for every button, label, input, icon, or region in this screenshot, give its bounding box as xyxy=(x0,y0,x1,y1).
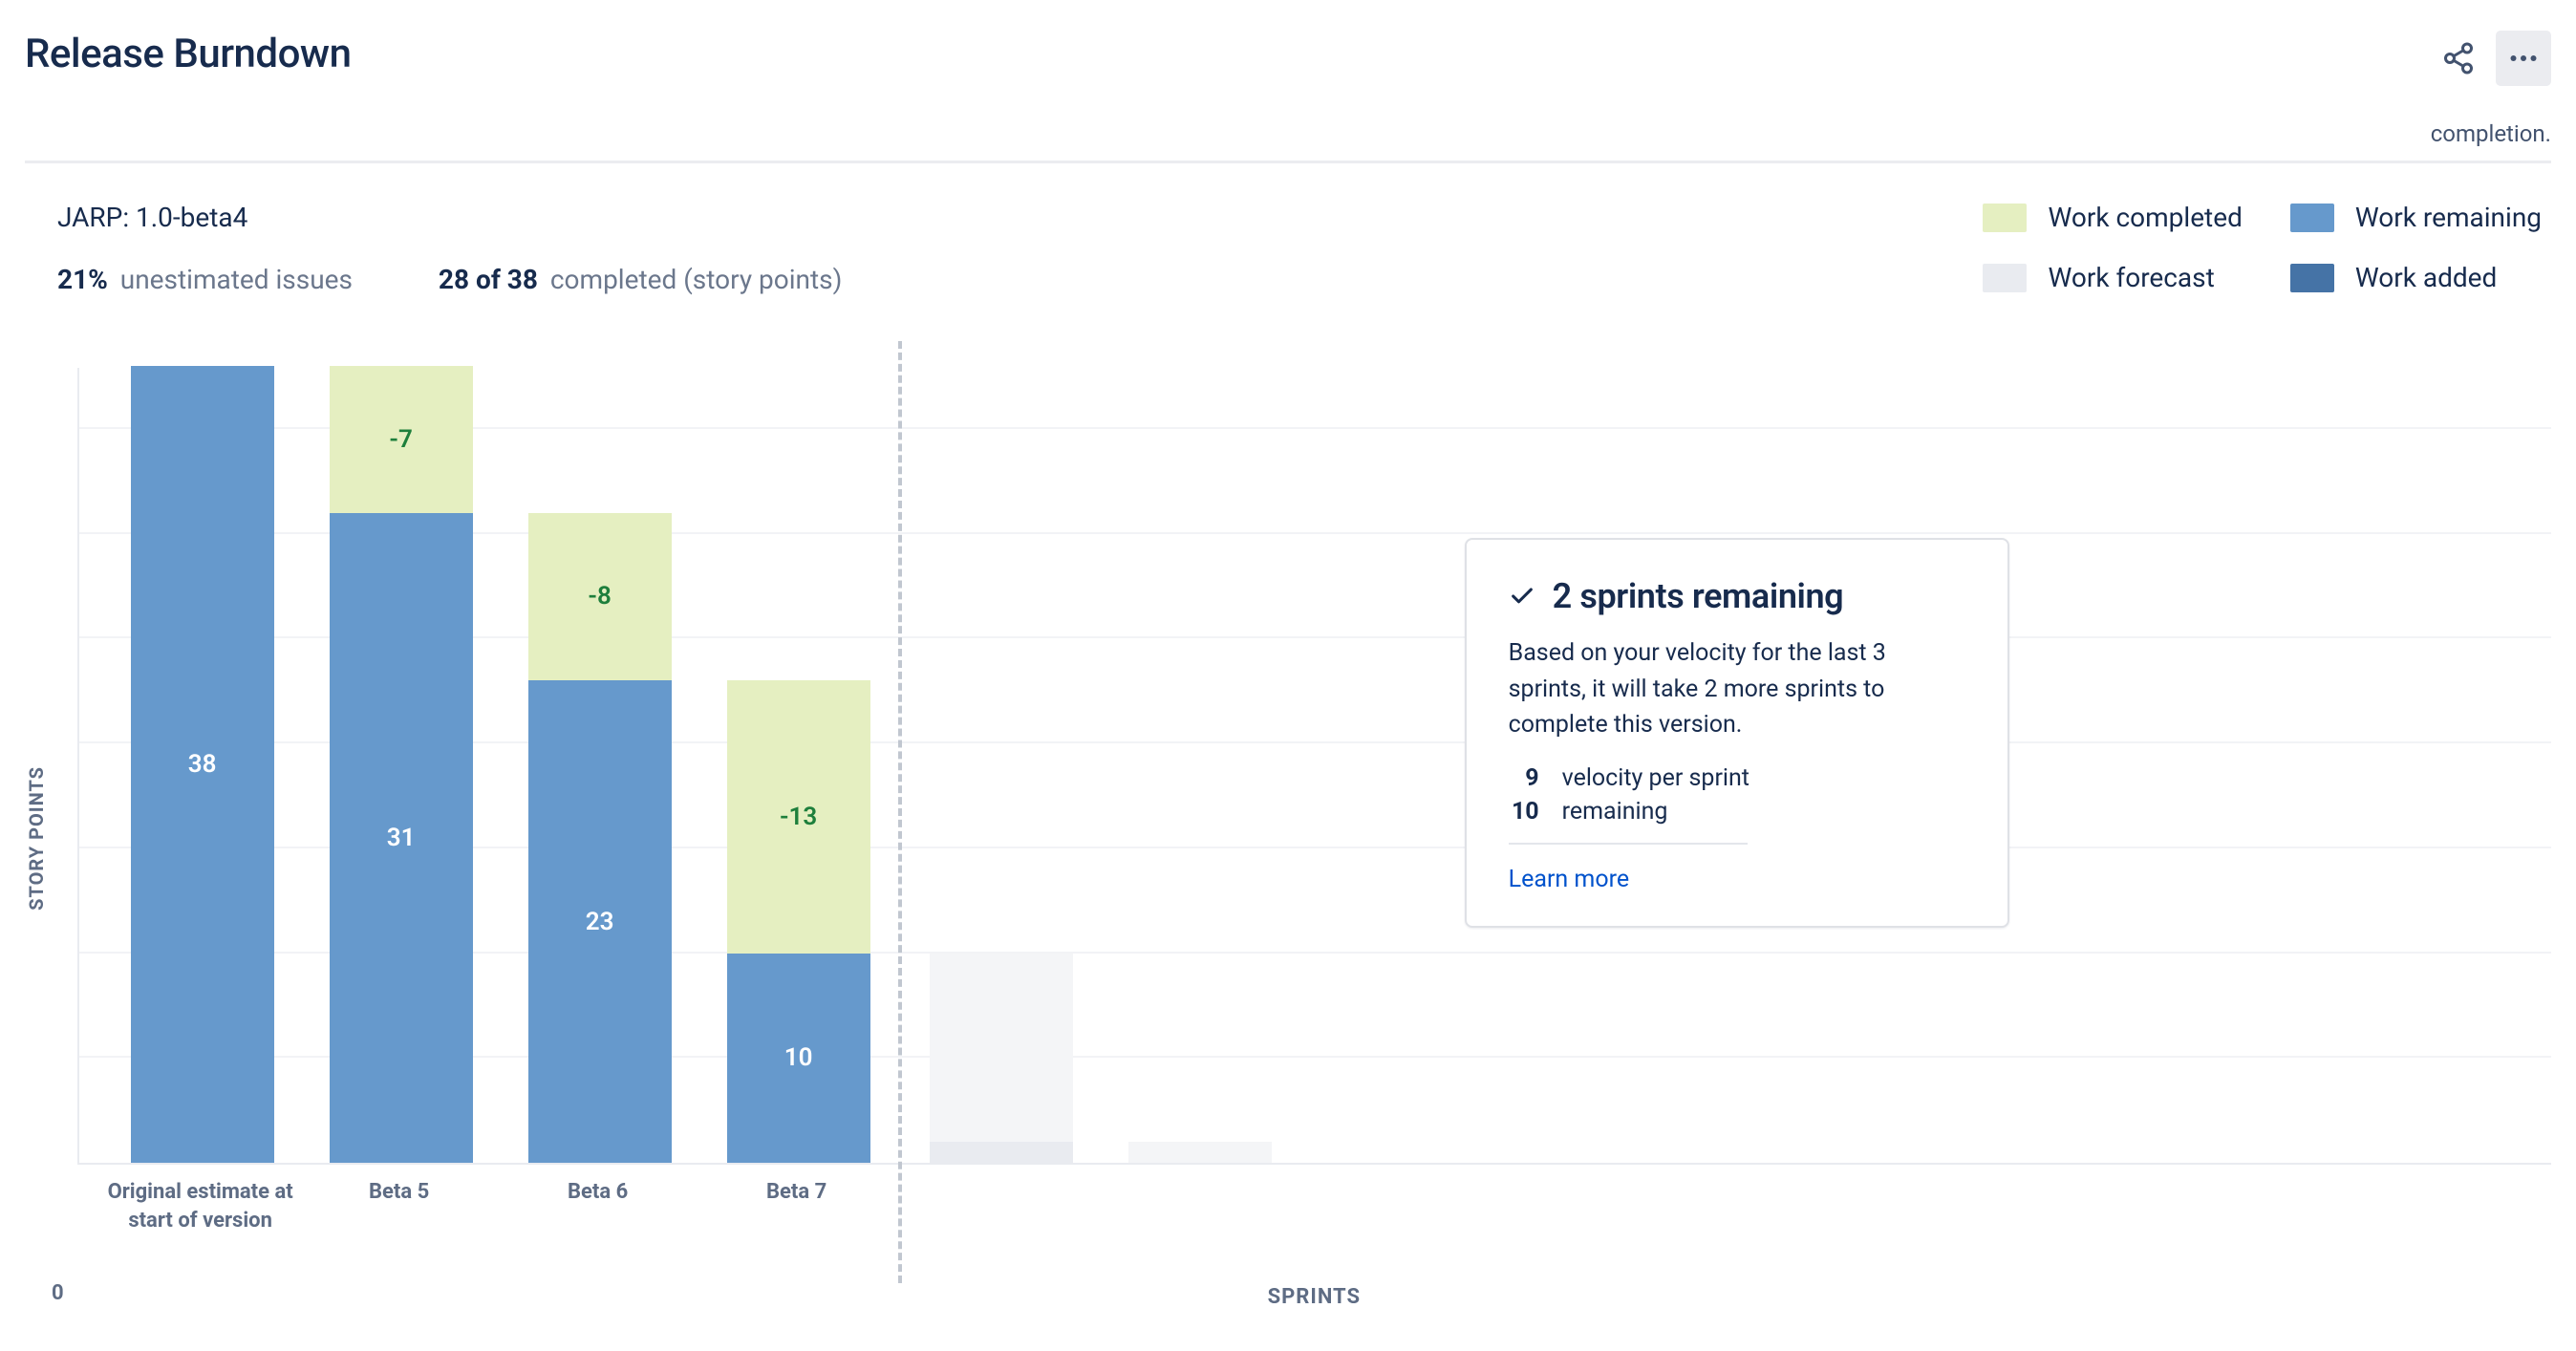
bar-remaining: 23 xyxy=(528,680,672,1163)
bar-completed: -7 xyxy=(330,366,473,513)
bar-remaining: 10 xyxy=(727,954,870,1163)
y-axis-zero: 0 xyxy=(52,1281,64,1305)
x-tick-label: Original estimate at start of version xyxy=(100,1178,301,1234)
stat-completed-value: 28 of 38 xyxy=(439,264,538,295)
forecast-remaining-row: 10 remaining xyxy=(1509,798,1965,826)
legend-forecast: Work forecast xyxy=(1983,262,2242,293)
bar-column[interactable]: 38 xyxy=(131,366,274,1163)
forecast-remaining xyxy=(930,1142,1073,1163)
bar-remaining: 38 xyxy=(131,366,274,1163)
swatch-remaining xyxy=(2290,204,2334,232)
forecast-separator xyxy=(1509,843,1748,845)
x-labels: Original estimate at start of versionBet… xyxy=(77,1165,2551,1277)
header-actions xyxy=(2431,31,2551,86)
forecast-completed xyxy=(930,954,1073,1143)
plot: 3831-723-810-13 2 sprints remaining Base… xyxy=(77,368,2551,1165)
page-title: Release Burndown xyxy=(25,31,351,77)
x-tick-label: Beta 5 xyxy=(299,1178,500,1207)
share-button[interactable] xyxy=(2431,31,2486,86)
legend-forecast-label: Work forecast xyxy=(2048,262,2214,293)
legend-completed: Work completed xyxy=(1983,202,2242,233)
forecast-learn-more-link[interactable]: Learn more xyxy=(1509,866,1629,893)
bar-column[interactable]: 10-13 xyxy=(727,680,870,1163)
y-axis-title: STORY POINTS xyxy=(25,766,48,911)
more-icon xyxy=(2506,41,2541,75)
forecast-velocity-value: 9 xyxy=(1509,764,1539,792)
bar-completed: -8 xyxy=(528,513,672,681)
stat-unestimated: 21% unestimated issues xyxy=(57,264,353,295)
header-meta: completion. xyxy=(25,120,2551,147)
bar-remaining: 31 xyxy=(330,513,473,1163)
forecast-remaining-label: remaining xyxy=(1562,798,1668,826)
forecast-bar-column[interactable] xyxy=(1128,1142,1272,1163)
legend-remaining-label: Work remaining xyxy=(2355,202,2542,233)
swatch-forecast xyxy=(1983,264,2027,292)
legend-remaining: Work remaining xyxy=(2290,202,2542,233)
check-icon xyxy=(1509,583,1535,610)
x-tick-label: Beta 7 xyxy=(697,1178,897,1207)
forecast-card: 2 sprints remaining Based on your veloci… xyxy=(1465,538,2009,928)
forecast-body: Based on your velocity for the last 3 sp… xyxy=(1509,635,1965,743)
header-divider xyxy=(25,161,2551,163)
bar-column[interactable]: 23-8 xyxy=(528,513,672,1163)
forecast-bar-column[interactable] xyxy=(930,954,1073,1163)
share-icon xyxy=(2441,41,2476,75)
swatch-added xyxy=(2290,264,2334,292)
swatch-completed xyxy=(1983,204,2027,232)
legend-added: Work added xyxy=(2290,262,2542,293)
stat-completed: 28 of 38 completed (story points) xyxy=(439,264,842,295)
x-axis-title: SPRINTS xyxy=(77,1285,2551,1309)
forecast-velocity-row: 9 velocity per sprint xyxy=(1509,764,1965,792)
more-menu-button[interactable] xyxy=(2496,31,2551,86)
version-label: JARP: 1.0-beta4 xyxy=(57,202,842,233)
stats-row: 21% unestimated issues 28 of 38 complete… xyxy=(57,264,842,295)
forecast-velocity-label: velocity per sprint xyxy=(1562,764,1750,792)
bars-layer: 3831-723-810-13 xyxy=(79,368,2551,1163)
legend: Work completed Work remaining Work forec… xyxy=(1983,202,2542,293)
bar-column[interactable]: 31-7 xyxy=(330,366,473,1163)
forecast-remaining-value: 10 xyxy=(1509,798,1539,826)
stat-completed-label: completed (story points) xyxy=(550,264,842,295)
stat-unestimated-label: unestimated issues xyxy=(120,264,353,295)
legend-added-label: Work added xyxy=(2355,262,2497,293)
x-tick-label: Beta 6 xyxy=(498,1178,698,1207)
forecast-completed xyxy=(1128,1142,1272,1163)
forecast-title: 2 sprints remaining xyxy=(1553,576,1844,616)
stat-unestimated-value: 21% xyxy=(57,264,108,295)
legend-completed-label: Work completed xyxy=(2048,202,2242,233)
bar-completed: -13 xyxy=(727,680,870,953)
chart-area: STORY POINTS 0 3831-723-810-13 2 sprints… xyxy=(25,368,2551,1309)
forecast-divider xyxy=(898,341,902,1283)
